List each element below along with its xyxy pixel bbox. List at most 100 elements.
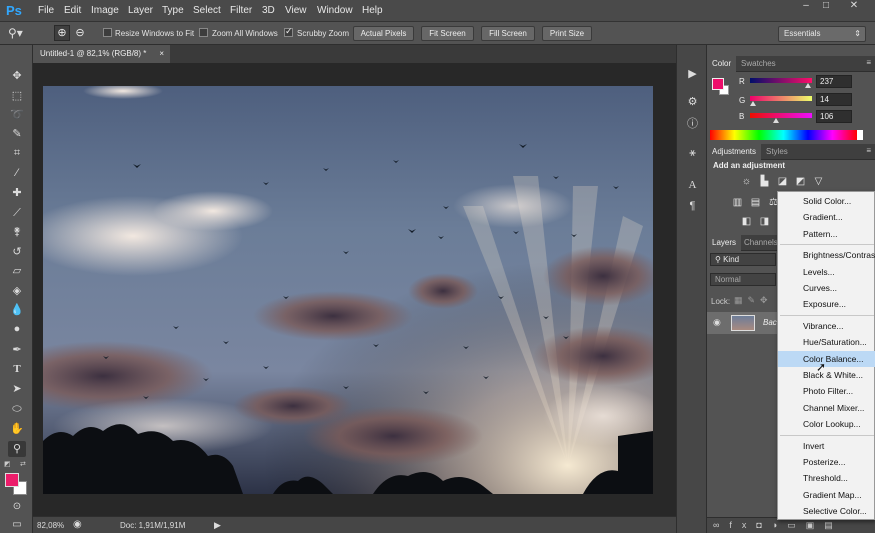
dodge-tool-icon[interactable]: ● — [8, 321, 26, 337]
menu-item-curves[interactable]: Curves... — [778, 280, 875, 296]
menu-item-color-lookup[interactable]: Color Lookup... — [778, 416, 875, 432]
menu-edit[interactable]: Edit — [64, 5, 81, 16]
scrubby-zoom-checkbox[interactable] — [284, 26, 293, 37]
brush-presets-icon[interactable]: ⚹ — [685, 146, 700, 161]
default-colors-icon[interactable]: ◩ — [4, 460, 11, 468]
channel-r-slider[interactable] — [750, 78, 812, 88]
spectrum-white-swatch[interactable] — [857, 130, 863, 140]
channel-g-slider[interactable] — [750, 96, 812, 106]
channel-r-thumb[interactable] — [804, 83, 811, 88]
layer-name[interactable]: Bac — [763, 318, 777, 327]
hand-tool-icon[interactable]: ✋ — [8, 421, 26, 437]
menu-item-posterize[interactable]: Posterize... — [778, 454, 875, 470]
minimize-icon[interactable]: – — [795, 0, 817, 14]
play-icon[interactable]: ▶ — [685, 67, 700, 82]
menu-window[interactable]: Window — [317, 5, 353, 16]
menu-item-selective-color[interactable]: Selective Color... — [778, 503, 875, 519]
menu-item-vibrance[interactable]: Vibrance... — [778, 318, 875, 334]
curves-icon[interactable]: ◪ — [776, 176, 789, 188]
move-tool-icon[interactable]: ✥ — [8, 68, 26, 84]
status-options-icon[interactable]: ◉ — [73, 519, 82, 530]
document-tab[interactable]: Untitled-1 @ 82,1% (RGB/8) * × — [33, 45, 170, 63]
zoom-in-icon[interactable]: ⊕ — [54, 25, 70, 41]
path-selection-tool-icon[interactable]: ➤ — [8, 381, 26, 397]
zoom-tool-preset-icon[interactable]: ⚲▾ — [8, 26, 23, 40]
fill-screen-button[interactable]: Fill Screen — [481, 26, 535, 41]
workspace-select[interactable]: Essentials ⇕ — [778, 26, 866, 42]
channel-g-thumb[interactable] — [750, 101, 757, 106]
menu-item-exposure[interactable]: Exposure... — [778, 296, 875, 312]
zoom-out-icon[interactable]: ⊖ — [73, 25, 87, 41]
menu-item-photo-filter[interactable]: Photo Filter... — [778, 383, 875, 399]
vibrance-icon[interactable]: ▥ — [731, 197, 744, 209]
levels-icon[interactable]: ▙ — [758, 176, 771, 188]
tab-styles[interactable]: Styles — [761, 144, 793, 160]
clone-stamp-tool-icon[interactable]: ⚵ — [8, 224, 26, 240]
quick-selection-tool-icon[interactable]: ✎ — [8, 126, 26, 142]
exposure-icon[interactable]: ◩ — [794, 176, 807, 188]
zoom-level[interactable]: 82,08% — [37, 521, 64, 530]
eraser-tool-icon[interactable]: ▱ — [8, 263, 26, 279]
actual-pixels-button[interactable]: Actual Pixels — [353, 26, 414, 41]
menu-filter[interactable]: Filter — [230, 5, 252, 16]
channel-g-value[interactable]: 14 — [816, 93, 852, 106]
healing-brush-tool-icon[interactable]: ✚ — [8, 185, 26, 201]
menu-layer[interactable]: Layer — [128, 5, 153, 16]
canvas-area[interactable] — [33, 63, 676, 516]
menu-item-solid-color[interactable]: Solid Color... — [778, 193, 875, 209]
gradient-adjust-icon[interactable]: ▽ — [812, 176, 825, 188]
menu-item-gradient[interactable]: Gradient... — [778, 209, 875, 225]
blend-mode-select[interactable]: Normal — [710, 273, 776, 286]
menu-item-invert[interactable]: Invert — [778, 438, 875, 454]
quick-mask-icon[interactable]: ⊙ — [8, 499, 26, 515]
channel-b-slider[interactable] — [750, 113, 812, 123]
resize-windows-checkbox[interactable] — [103, 28, 112, 37]
eye-icon[interactable]: ◉ — [713, 317, 721, 328]
pen-tool-icon[interactable]: ✒ — [8, 342, 26, 358]
type-tool-icon[interactable]: T — [8, 361, 26, 377]
brush-tool-icon[interactable]: ⟋ — [8, 205, 26, 221]
zoom-tool-icon[interactable]: ⚲ — [8, 441, 26, 457]
tab-layers[interactable]: Layers — [707, 235, 742, 251]
tab-adjustments[interactable]: Adjustments — [707, 144, 762, 160]
lock-icons[interactable]: ▦✎✥ — [734, 295, 773, 306]
panel-menu-icon[interactable]: ≡ — [866, 58, 871, 67]
menu-select[interactable]: Select — [193, 5, 221, 16]
tab-color[interactable]: Color — [707, 56, 737, 72]
menu-view[interactable]: View — [285, 5, 307, 16]
lasso-tool-icon[interactable]: ➰ — [8, 107, 26, 123]
paragraph-icon[interactable]: ¶ — [685, 199, 700, 214]
menu-item-threshold[interactable]: Threshold... — [778, 470, 875, 486]
brightness-contrast-icon[interactable]: ☼ — [740, 176, 753, 188]
foreground-color-swatch[interactable] — [5, 473, 19, 487]
menu-type[interactable]: Type — [162, 5, 184, 16]
channel-b-value[interactable]: 106 — [816, 110, 852, 123]
menu-item-hue-saturation[interactable]: Hue/Saturation... — [778, 334, 875, 350]
screen-mode-icon[interactable]: ▭ — [8, 517, 26, 533]
color-fg-swatch[interactable] — [712, 78, 724, 90]
channel-b-thumb[interactable] — [772, 118, 779, 123]
menu-item-channel-mixer[interactable]: Channel Mixer... — [778, 400, 875, 416]
hue-saturation-icon[interactable]: ▤ — [749, 197, 762, 209]
swap-colors-icon[interactable]: ⇄ — [20, 460, 26, 468]
menu-item-levels[interactable]: Levels... — [778, 264, 875, 280]
menu-item-pattern[interactable]: Pattern... — [778, 226, 875, 242]
tab-swatches[interactable]: Swatches — [736, 56, 781, 72]
info-icon[interactable]: ⓘ — [685, 117, 700, 132]
invert-icon[interactable]: ◧ — [740, 216, 753, 228]
menu-item-brightness-contrast[interactable]: Brightness/Contrast... — [778, 247, 875, 263]
print-size-button[interactable]: Print Size — [542, 26, 592, 41]
fit-screen-button[interactable]: Fit Screen — [421, 26, 474, 41]
channel-r-value[interactable]: 237 — [816, 75, 852, 88]
layer-filter-kind[interactable]: ⚲ Kind — [710, 253, 776, 266]
menu-3d[interactable]: 3D — [262, 5, 275, 16]
eyedropper-tool-icon[interactable]: ⁄ — [8, 165, 26, 181]
menu-file[interactable]: File — [38, 5, 54, 16]
menu-item-black-white[interactable]: Black & White... — [778, 367, 875, 383]
status-menu-arrow-icon[interactable]: ▶ — [214, 520, 221, 531]
menu-help[interactable]: Help — [362, 5, 383, 16]
menu-image[interactable]: Image — [91, 5, 119, 16]
character-icon[interactable]: A — [685, 178, 700, 193]
color-spectrum-bar[interactable] — [710, 130, 857, 140]
menu-item-color-balance[interactable]: Color Balance... — [778, 350, 875, 367]
